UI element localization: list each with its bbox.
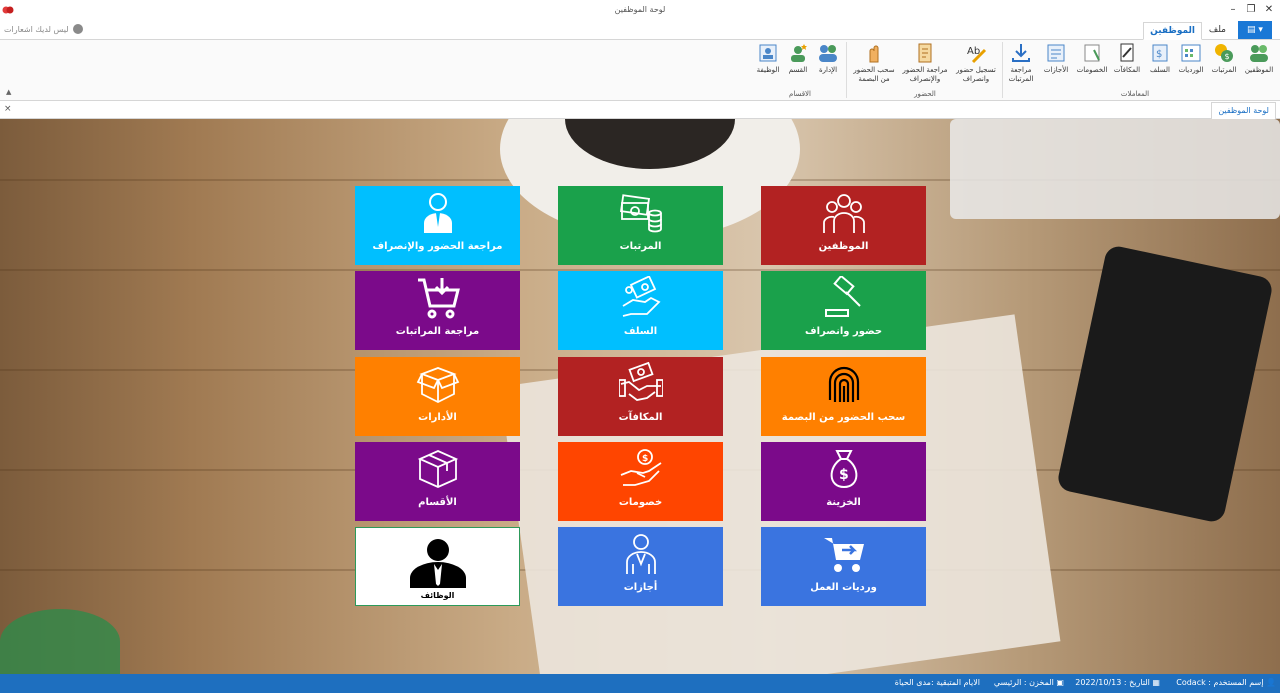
salaries-icon: $ bbox=[1215, 44, 1233, 62]
group-label-departments: الاقسام bbox=[789, 90, 811, 98]
shifts-icon bbox=[1181, 44, 1201, 62]
fingerprint-icon bbox=[828, 366, 859, 402]
handshake-money-icon bbox=[618, 362, 663, 401]
review-salaries-icon bbox=[1012, 44, 1030, 62]
tile-vacations[interactable]: أجازات bbox=[558, 527, 723, 606]
advances-icon: $ bbox=[1152, 44, 1168, 62]
open-box-icon bbox=[416, 367, 459, 404]
ribbon-deductions-button[interactable]: الخصومات bbox=[1074, 42, 1110, 75]
tile-jobs[interactable]: الوظائف bbox=[355, 527, 520, 606]
hand-coin-icon: $ bbox=[620, 449, 661, 486]
vacations-icon bbox=[1047, 44, 1065, 62]
tile-salaries[interactable]: المرتبات bbox=[558, 186, 723, 265]
status-date: ▦ التاريخ : 2022/10/13 bbox=[1075, 678, 1160, 687]
team-group-icon bbox=[822, 194, 865, 233]
document-tab-employees-dashboard[interactable]: لوحة الموظفين bbox=[1211, 102, 1276, 119]
notifications[interactable]: ليس لديك اشعارات bbox=[4, 24, 83, 34]
notification-icon bbox=[72, 24, 83, 34]
money-cash-icon bbox=[619, 194, 662, 233]
status-warehouse: ▣ المخزن : الرئيسي bbox=[993, 678, 1064, 687]
ribbon-review-attendance-button[interactable]: مراجعة الحضور والإنصراف bbox=[900, 42, 950, 84]
ribbon-employees-button[interactable]: الموظفين bbox=[1242, 42, 1276, 75]
notifications-text: ليس لديك اشعارات bbox=[4, 24, 69, 34]
ribbon-tabs: ليس لديك اشعارات الموظفين ملف ▤ ▾ bbox=[0, 21, 1280, 40]
status-remaining-days: الايام المتبقية :مدى الحياة bbox=[894, 678, 980, 687]
review-attendance-icon bbox=[918, 43, 932, 63]
tile-employees[interactable]: الموظفين bbox=[761, 186, 926, 265]
register-attendance-icon: Ab bbox=[967, 46, 987, 64]
tile-treasury[interactable]: $ الخزينة bbox=[761, 442, 926, 521]
user-icon: 👤 bbox=[1263, 678, 1276, 687]
dashboard-area: مراجعة الحضور والإنصراف المرتبات الموظفي… bbox=[0, 119, 1280, 674]
administration-icon bbox=[819, 45, 837, 62]
restore-button[interactable]: ❐ bbox=[1244, 3, 1258, 17]
fingerprint-pull-icon bbox=[869, 45, 879, 63]
tile-departments[interactable]: الأقسام bbox=[355, 442, 520, 521]
ribbon-salaries-button[interactable]: $ المرتبات bbox=[1208, 42, 1240, 75]
job-icon bbox=[759, 44, 777, 62]
title-bar: لوحة الموظفين – ❐ ✕ bbox=[0, 0, 1280, 21]
app-menu-button[interactable]: ▤ ▾ bbox=[1238, 21, 1272, 39]
ribbon-section-button[interactable]: القسم bbox=[784, 42, 812, 75]
close-button[interactable]: ✕ bbox=[1262, 3, 1276, 17]
employee-person-icon bbox=[423, 193, 452, 233]
ribbon: الموظفين $ المرتبات الورديات $ السلف الم… bbox=[0, 40, 1280, 101]
tile-bonuses[interactable]: المكافآت bbox=[558, 357, 723, 436]
closed-box-icon bbox=[417, 450, 458, 488]
tile-attendance[interactable]: حضور وانصراف bbox=[761, 271, 926, 350]
tile-review-salaries[interactable]: مراجعة المراتبات bbox=[355, 271, 520, 350]
cart-arrow-icon bbox=[823, 538, 864, 572]
ribbon-administration-button[interactable]: الإدارة bbox=[814, 42, 842, 75]
background-keyboard bbox=[950, 119, 1280, 219]
employees-icon bbox=[1250, 45, 1268, 62]
collapse-ribbon-icon[interactable]: ▲ bbox=[6, 88, 11, 96]
loan-hand-icon bbox=[622, 276, 661, 317]
ribbon-advances-button[interactable]: $ السلف bbox=[1146, 42, 1174, 75]
tile-deductions[interactable]: $ خصومات bbox=[558, 442, 723, 521]
background-plant bbox=[0, 609, 120, 674]
calendar-icon: ▦ bbox=[1149, 678, 1160, 687]
money-bag-icon: $ bbox=[830, 450, 857, 489]
close-document-button[interactable]: × bbox=[4, 104, 12, 114]
status-user: 👤 إسم المستخدم : Codack bbox=[1176, 678, 1276, 687]
window-title: لوحة الموظفين bbox=[614, 5, 666, 14]
deductions-icon bbox=[1084, 44, 1100, 62]
ribbon-vacations-button[interactable]: الأجازات bbox=[1040, 42, 1072, 75]
group-label-attendance: الحضور bbox=[914, 90, 936, 98]
svg-text:$: $ bbox=[642, 454, 648, 464]
ribbon-bonuses-button[interactable]: المكافآت bbox=[1112, 42, 1142, 75]
tab-file[interactable]: ملف bbox=[1203, 22, 1232, 40]
bonuses-icon bbox=[1120, 43, 1134, 62]
svg-text:$: $ bbox=[839, 467, 849, 483]
ribbon-review-salaries-button[interactable]: مراجعة المرتبات bbox=[1004, 42, 1038, 84]
cart-download-icon bbox=[417, 278, 460, 319]
tile-review-attendance[interactable]: مراجعة الحضور والإنصراف bbox=[355, 186, 520, 265]
tile-administrations[interactable]: الأدارات bbox=[355, 357, 520, 436]
status-bar: 👤 إسم المستخدم : Codack ▦ التاريخ : 2022… bbox=[0, 674, 1280, 693]
businessman-icon bbox=[409, 539, 466, 588]
warehouse-icon: ▣ bbox=[1053, 678, 1064, 687]
tile-work-shifts[interactable]: ورديات العمل bbox=[761, 527, 926, 606]
group-label-transactions: المعاملات bbox=[1120, 90, 1150, 98]
minimize-button[interactable]: – bbox=[1226, 3, 1240, 17]
gavel-icon bbox=[824, 276, 861, 317]
ribbon-fingerprint-pull-button[interactable]: سحب الحضور من البصمة bbox=[850, 42, 898, 84]
ribbon-job-button[interactable]: الوظيفة bbox=[754, 42, 782, 75]
background-phone bbox=[1055, 244, 1275, 524]
svg-text:$: $ bbox=[1156, 49, 1162, 60]
tile-advances[interactable]: السلف bbox=[558, 271, 723, 350]
tile-fingerprint[interactable]: سحب الحضور من البصمة bbox=[761, 357, 926, 436]
person-outline-icon bbox=[625, 534, 656, 574]
ribbon-register-attendance-button[interactable]: Ab تسجيل حضور وانصراف bbox=[952, 42, 1000, 84]
svg-text:$: $ bbox=[1225, 52, 1230, 61]
app-menu-icon: ▤ ▾ bbox=[1247, 25, 1263, 35]
document-tab-bar: × لوحة الموظفين bbox=[0, 101, 1280, 119]
section-icon bbox=[791, 44, 807, 62]
tab-employees[interactable]: الموظفين bbox=[1143, 22, 1202, 40]
ribbon-shifts-button[interactable]: الورديات bbox=[1176, 42, 1206, 75]
